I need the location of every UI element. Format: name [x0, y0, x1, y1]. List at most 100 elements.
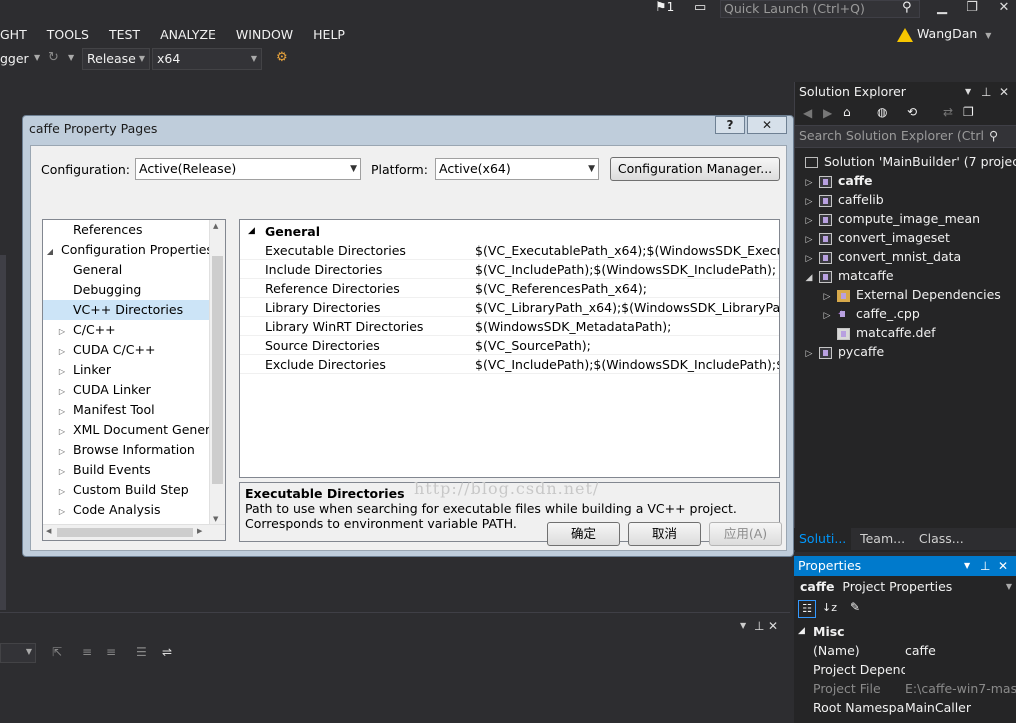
expand-arrow-icon[interactable]: ▷ [57, 482, 67, 500]
expand-arrow-icon[interactable]: ▷ [57, 502, 67, 520]
solution-tree-item[interactable]: ▷ External Dependencies [821, 285, 1001, 304]
close-icon[interactable]: ✕ [999, 82, 1009, 102]
nav-item[interactable]: ◢ Configuration Properties [43, 240, 211, 260]
nav-item[interactable]: Debugging [43, 280, 211, 300]
solution-tree-item[interactable]: ▷ ✦ caffe_.cpp [821, 304, 920, 323]
grid-row-value[interactable]: $(VC_IncludePath);$(WindowsSDK_IncludePa… [475, 355, 779, 374]
help-button[interactable]: ? [715, 116, 745, 134]
debugger-target[interactable]: gger [0, 51, 29, 66]
notification-flag-icon[interactable]: ⚑1 [655, 0, 674, 15]
menu-item-window[interactable]: WINDOW [236, 27, 293, 42]
property-pages-icon[interactable]: ✎ [850, 600, 860, 614]
solution-tree-item[interactable]: matcaffe.def [821, 323, 936, 342]
close-icon[interactable]: ✕ [768, 619, 778, 633]
expand-arrow-icon[interactable]: ▷ [57, 342, 67, 360]
nav-item[interactable]: ▷ Custom Build Step [43, 480, 211, 500]
tab-team-explorer[interactable]: Team... [855, 528, 910, 550]
grid-row-value[interactable]: $(VC_SourcePath); [475, 336, 779, 355]
configuration-manager-button[interactable]: Configuration Manager... [610, 157, 780, 181]
nav-item[interactable]: ▷ XML Document Generator [43, 420, 211, 440]
grid-row-value[interactable]: $(VC_IncludePath);$(WindowsSDK_IncludePa… [475, 260, 779, 279]
cancel-button[interactable]: 取消 [628, 522, 701, 546]
properties-object-select[interactable]: caffe Project Properties ▼ [794, 576, 1016, 598]
platform-select[interactable]: Active(x64) ▼ [435, 158, 599, 180]
feedback-icon[interactable]: ▭ [694, 0, 706, 15]
solution-search-input[interactable]: Search Solution Explorer (Ctrl+;) ⚲ [795, 126, 1016, 148]
grid-row-value[interactable]: $(VC_ReferencesPath_x64); [475, 279, 779, 298]
home-icon[interactable]: ⌂ [843, 105, 851, 119]
expand-arrow-icon[interactable]: ▷ [57, 422, 67, 440]
chevron-down-icon[interactable]: ▼ [964, 556, 970, 576]
chevron-down-icon[interactable]: ▼ [34, 53, 40, 62]
categorized-icon[interactable]: ☷ [798, 600, 816, 618]
back-icon[interactable]: ◀ [803, 106, 812, 120]
properties-section[interactable]: ◢ Misc [794, 622, 1016, 641]
nav-item[interactable]: General [43, 260, 211, 280]
expand-arrow-icon[interactable]: ▷ [57, 442, 67, 460]
menu-item-analyze[interactable]: ANALYZE [160, 27, 216, 42]
solution-config-select[interactable]: Release ▼ [82, 48, 150, 70]
tab-solution-explorer[interactable]: Soluti... [794, 528, 852, 550]
nav-item[interactable]: ▷ Build Events [43, 460, 211, 480]
nav-item[interactable]: References [43, 220, 211, 240]
quick-launch-input[interactable]: Quick Launch (Ctrl+Q) [720, 0, 920, 18]
solution-tree-item[interactable]: ◢ matcaffe [803, 266, 894, 285]
solution-tree-item[interactable]: ▷ convert_mnist_data [803, 247, 962, 266]
grid-row-value[interactable]: $(VC_LibraryPath_x64);$(WindowsSDK_Libra… [475, 298, 779, 317]
output-source-select[interactable]: ▼ [0, 643, 36, 663]
apply-button[interactable]: 应用(A) [709, 522, 782, 546]
nav-item[interactable]: ▷ C/C++ [43, 320, 211, 340]
restore-icon[interactable]: ❐ [958, 0, 986, 18]
nav-item[interactable]: ▷ CUDA C/C++ [43, 340, 211, 360]
ok-button[interactable]: 确定 [547, 522, 620, 546]
chevron-down-icon[interactable]: ▼ [965, 82, 971, 102]
grid-section-header[interactable]: ◢ General [240, 222, 779, 241]
property-row[interactable]: Root NamespaceMainCaller [794, 698, 1016, 717]
expand-arrow-icon[interactable]: ▷ [57, 362, 67, 380]
sync-icon[interactable]: ⇄ [943, 105, 953, 119]
word-wrap-icon[interactable]: ⇌ [162, 645, 172, 659]
goto-icon[interactable]: ⇱ [52, 645, 62, 659]
solution-tree-item[interactable]: ▷ pycaffe [803, 342, 885, 361]
pin-icon[interactable]: ⊥ [981, 82, 991, 102]
solution-tree-item[interactable]: ▷ compute_image_mean [803, 209, 981, 228]
minimize-icon[interactable]: ▁ [928, 0, 956, 18]
window-close-icon[interactable]: ✕ [990, 0, 1016, 18]
menu-item-help[interactable]: HELP [313, 27, 345, 42]
grid-row[interactable]: Exclude Directories $(VC_IncludePath);$(W… [240, 355, 779, 374]
tab-class-view[interactable]: Class... [914, 528, 969, 550]
close-icon[interactable]: ✕ [998, 556, 1008, 576]
prev-icon[interactable]: ≡ [82, 645, 92, 659]
dialog-close-button[interactable]: ✕ [747, 116, 787, 134]
configuration-select[interactable]: Active(Release) ▼ [135, 158, 361, 180]
menu-item-insight[interactable]: GHT [0, 27, 27, 42]
grid-row[interactable]: Library WinRT Directories $(WindowsSDK_Me… [240, 317, 779, 336]
chevron-down-icon[interactable]: ▼ [740, 621, 746, 630]
clear-icon[interactable]: ☰ [136, 645, 147, 659]
grid-row[interactable]: Include Directories $(VC_IncludePath);$(W… [240, 260, 779, 279]
expand-arrow-icon[interactable]: ▷ [57, 462, 67, 480]
nav-vertical-scrollbar[interactable]: ▲ ▼ [209, 220, 225, 525]
alphabetical-icon[interactable]: ↓z [822, 601, 837, 614]
nav-item[interactable]: ▷ Linker [43, 360, 211, 380]
search-icon[interactable]: ⚲ [902, 0, 912, 15]
user-account[interactable]: WangDan ▼ [897, 26, 991, 42]
grid-row[interactable]: Executable Directories $(VC_ExecutablePat… [240, 241, 779, 260]
next-icon[interactable]: ≡ [106, 645, 116, 659]
nav-item[interactable]: ▷ CUDA Linker [43, 380, 211, 400]
property-row[interactable]: (Name) caffe [794, 641, 1016, 660]
solution-platform-select[interactable]: x64 ▼ [152, 48, 262, 70]
globe-icon[interactable]: ◍ [877, 105, 887, 119]
nav-item[interactable]: ▷ Manifest Tool [43, 400, 211, 420]
nav-item[interactable]: ▷ Code Analysis [43, 500, 211, 520]
pin-icon[interactable]: ⊥ [980, 556, 990, 576]
nav-horizontal-scrollbar[interactable]: ◀ ▶ [43, 524, 225, 540]
solution-node[interactable]: Solution 'MainBuilder' (7 projects) [805, 152, 1016, 171]
pin-icon[interactable]: ⊥ [754, 619, 764, 633]
history-icon[interactable]: ⟲ [907, 105, 917, 119]
nav-item[interactable]: VC++ Directories [43, 300, 211, 320]
grid-row-value[interactable]: $(WindowsSDK_MetadataPath); [475, 317, 779, 336]
copy-icon[interactable]: ❐ [963, 105, 974, 119]
solution-tree-item[interactable]: ▷ caffe [803, 171, 873, 190]
grid-row[interactable]: Source Directories $(VC_SourcePath); [240, 336, 779, 355]
